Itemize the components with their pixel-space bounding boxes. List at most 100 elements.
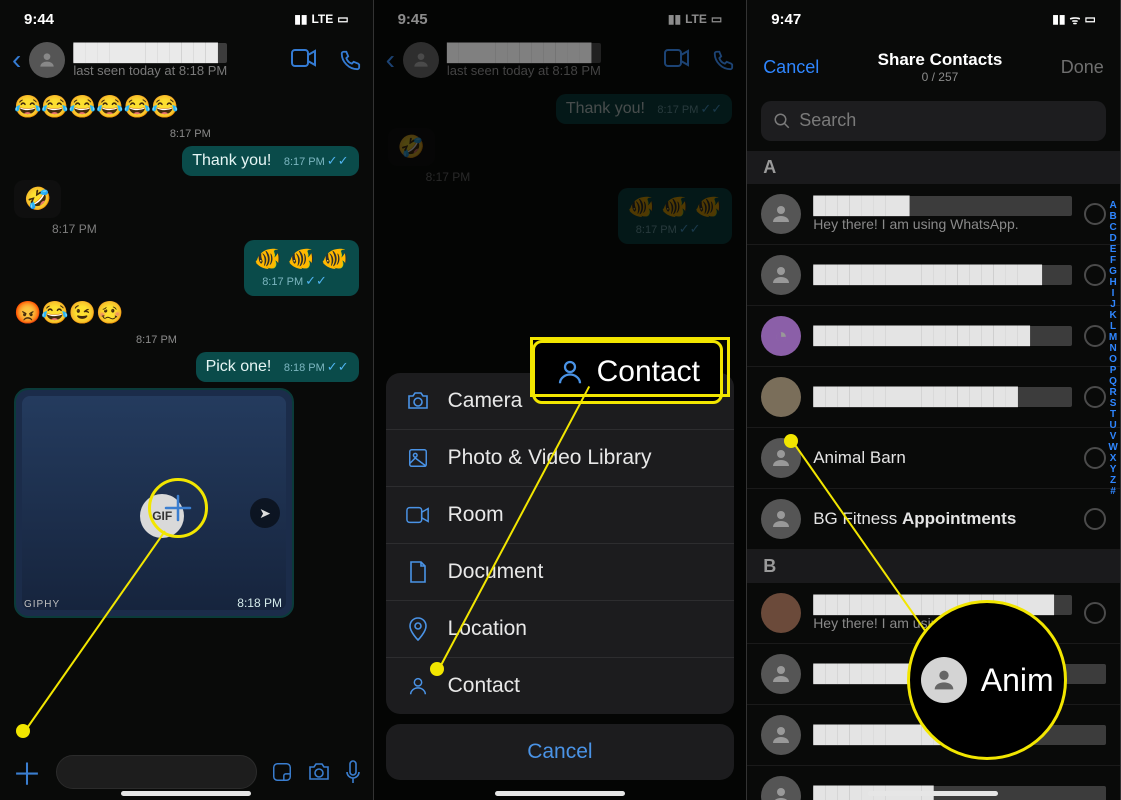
screen-attach-sheet: 9:45 ▮▮LTE▭ ‹ ████████████ last seen tod… xyxy=(374,0,748,800)
modal-header: Cancel Share Contacts 0 / 257 Done xyxy=(747,38,1120,97)
contact-row[interactable]: ████████Hey there! I am using WhatsApp. xyxy=(747,184,1120,245)
status-bar: 9:47 ▮▮ ᯤ ▭ xyxy=(747,0,1120,38)
contact-name: Animal Barn xyxy=(813,448,1072,468)
modal-title: Share Contacts xyxy=(878,50,1003,70)
sheet-location[interactable]: Location xyxy=(386,601,735,658)
contact-status: Hey there! I am using WhatsApp. xyxy=(813,216,1072,232)
msg-out-thanks[interactable]: Thank you! 8:17 PM✓✓ xyxy=(182,146,358,176)
radio[interactable] xyxy=(1084,508,1106,530)
radio[interactable] xyxy=(1084,602,1106,624)
avatar-icon xyxy=(761,438,801,478)
msg-out-fish[interactable]: 🐠 🐠 🐠8:17 PM✓✓ xyxy=(244,240,358,296)
contact-icon xyxy=(406,675,430,697)
signal-icon: ▮▮ xyxy=(294,12,307,26)
callout-zoom-animal: Anim xyxy=(907,600,1067,760)
avatar-icon: ◔ xyxy=(761,316,801,356)
avatar-icon xyxy=(761,776,801,800)
sticker-icon[interactable] xyxy=(271,761,293,783)
sheet-contact[interactable]: Contact xyxy=(386,658,735,714)
radio[interactable] xyxy=(1084,264,1106,286)
contact-name-redacted: ███████████████████ xyxy=(813,265,1072,285)
status-icons: ▮▮ LTE ▭ xyxy=(294,12,348,26)
avatar-icon xyxy=(921,657,967,703)
attach-plus-icon[interactable]: ＋ xyxy=(12,750,42,794)
contact-row[interactable]: █████████████████ xyxy=(747,367,1120,428)
back-icon[interactable]: ‹ xyxy=(12,44,21,76)
contact-name-redacted: ████████ xyxy=(813,196,1072,216)
screen-share-contacts: 9:47 ▮▮ ᯤ ▭ Cancel Share Contacts 0 / 257 … xyxy=(747,0,1121,800)
room-icon xyxy=(406,506,430,524)
avatar-icon xyxy=(761,377,801,417)
avatar-icon xyxy=(761,654,801,694)
read-ticks-icon: ✓✓ xyxy=(327,359,349,374)
mic-icon[interactable] xyxy=(345,760,361,784)
sheet-room[interactable]: Room xyxy=(386,487,735,544)
camera-icon xyxy=(406,391,430,411)
contact-name-redacted: █████████████████ xyxy=(813,387,1072,407)
attach-sheet: Camera Photo & Video Library Room Docume… xyxy=(386,373,735,780)
section-b: B xyxy=(747,550,1120,583)
video-call-icon[interactable] xyxy=(291,49,317,71)
read-ticks-icon: ✓✓ xyxy=(305,273,327,288)
sheet-document[interactable]: Document xyxy=(386,544,735,601)
modal-count: 0 / 257 xyxy=(878,70,1003,84)
contact-row-bg[interactable]: BG Fitness Appointments xyxy=(747,489,1120,550)
done-button[interactable]: Done xyxy=(1061,57,1104,78)
sheet-library[interactable]: Photo & Video Library xyxy=(386,430,735,487)
screen-chat: 9:44 ▮▮ LTE ▭ ‹ ████████████ last seen t… xyxy=(0,0,374,800)
index-rail[interactable]: ABCDEFGHIJKLMNOPQRSTUVWXYZ# xyxy=(1108,200,1117,497)
photo-icon xyxy=(406,447,430,469)
location-icon xyxy=(406,617,430,641)
status-time: 9:44 xyxy=(24,11,54,28)
avatar[interactable] xyxy=(29,42,65,78)
contact-icon xyxy=(555,357,585,387)
status-time: 9:47 xyxy=(771,11,801,28)
radio[interactable] xyxy=(1084,447,1106,469)
giphy-label: GIPHY xyxy=(24,599,60,610)
gif-ts: 8:18 PM xyxy=(237,596,282,610)
search-icon xyxy=(773,112,791,130)
avatar-icon xyxy=(761,499,801,539)
chat-body: 😂😂😂😂😂😂 8:17 PM Thank you! 8:17 PM✓✓ 🤣 8:… xyxy=(0,94,373,774)
camera-icon[interactable] xyxy=(307,762,331,782)
last-seen: last seen today at 8:18 PM xyxy=(73,63,227,78)
chat-header: ‹ ████████████ last seen today at 8:18 P… xyxy=(0,38,373,90)
msg-out-pick[interactable]: Pick one! 8:18 PM✓✓ xyxy=(196,352,359,382)
radio[interactable] xyxy=(1084,203,1106,225)
header-text[interactable]: ████████████ last seen today at 8:18 PM xyxy=(73,43,227,78)
avatar-icon xyxy=(761,715,801,755)
status-bar: 9:44 ▮▮ LTE ▭ xyxy=(0,0,373,38)
contact-name-redacted: ██████████████████ xyxy=(813,326,1072,346)
section-a: A xyxy=(747,151,1120,184)
msg-emoji-row: 😂😂😂😂😂😂 xyxy=(14,94,178,120)
cancel-button[interactable]: Cancel xyxy=(763,57,819,78)
msg-ts: 8:17 PM xyxy=(170,128,211,140)
search-placeholder: Search xyxy=(799,110,856,131)
home-indicator[interactable] xyxy=(868,791,998,796)
radio[interactable] xyxy=(1084,386,1106,408)
msg-in-rofl[interactable]: 🤣 xyxy=(14,180,61,218)
msg-ts: 8:17 PM xyxy=(136,334,177,346)
gif-badge: GIF xyxy=(140,494,184,538)
voice-call-icon[interactable] xyxy=(339,49,361,71)
contact-row[interactable]: ███████████████████ xyxy=(747,245,1120,306)
home-indicator[interactable] xyxy=(121,791,251,796)
contact-row[interactable]: ◔ ██████████████████ xyxy=(747,306,1120,367)
signal-icon: ▮▮ xyxy=(1052,12,1065,26)
network-label: LTE xyxy=(311,12,333,26)
contact-row-animal[interactable]: Animal Barn xyxy=(747,428,1120,489)
msg-emoji-mixed: 😡😂😉🥴 xyxy=(14,300,124,326)
search-input[interactable]: Search xyxy=(761,101,1106,141)
callout-zoom-contact: Contact xyxy=(532,340,723,404)
contact-name-redacted: ████████████ xyxy=(73,43,227,63)
contact-name: BG Fitness Appointments xyxy=(813,509,1072,529)
avatar-icon xyxy=(761,194,801,234)
gif-attachment[interactable]: GIF ➤ GIPHY 8:18 PM xyxy=(14,388,294,618)
wifi-icon: ᯤ xyxy=(1069,11,1080,28)
message-input[interactable] xyxy=(56,755,257,789)
sheet-cancel[interactable]: Cancel xyxy=(386,724,735,780)
home-indicator[interactable] xyxy=(495,791,625,796)
radio[interactable] xyxy=(1084,325,1106,347)
document-icon xyxy=(406,561,430,583)
battery-icon: ▭ xyxy=(1084,12,1095,26)
